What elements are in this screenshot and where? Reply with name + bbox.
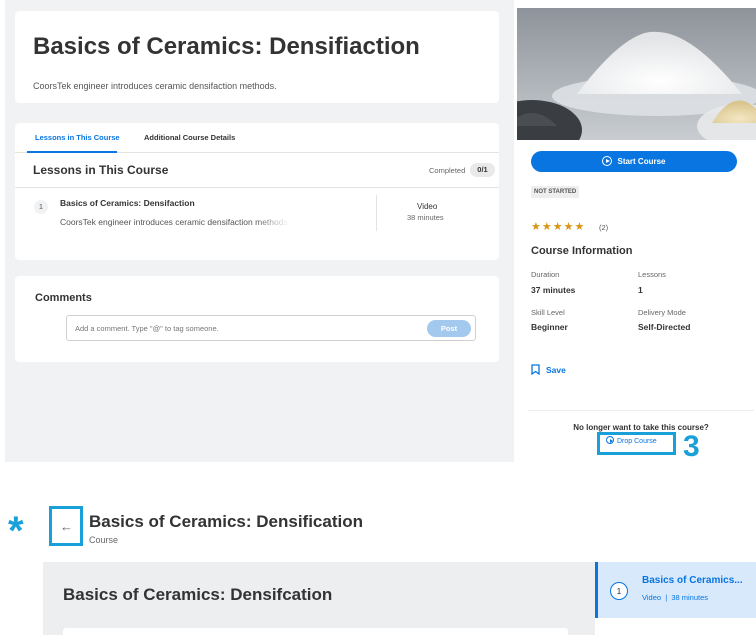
- lesson-list-title: Basics of Ceramics...: [642, 575, 743, 586]
- save-label: Save: [546, 365, 566, 375]
- course-header-card: Basics of Ceramics: Densifiaction CoorsT…: [15, 11, 499, 103]
- page-title: Basics of Ceramics: Densification: [89, 512, 363, 531]
- start-course-label: Start Course: [617, 157, 666, 166]
- lesson-title: Basics of Ceramics: Densifcation: [63, 585, 333, 604]
- lesson-list-meta: Video | 38 minutes: [642, 593, 708, 602]
- lessons-value: 1: [638, 285, 643, 295]
- divider: [376, 195, 377, 231]
- save-button[interactable]: Save: [531, 364, 566, 376]
- delivery-mode-label: Delivery Mode: [638, 308, 686, 317]
- tab-additional-details[interactable]: Additional Course Details: [144, 133, 235, 142]
- skill-level-value: Beginner: [531, 322, 568, 332]
- course-title: Basics of Ceramics: Densifiaction: [33, 33, 420, 60]
- annotation-highlight-box: [597, 432, 676, 455]
- annotation-asterisk: *: [8, 509, 24, 553]
- play-circle-icon: [602, 155, 613, 166]
- lesson-list-separator: |: [665, 593, 668, 602]
- lesson-number: 1: [34, 200, 48, 214]
- duration-label: Duration: [531, 270, 560, 279]
- lesson-name[interactable]: Basics of Ceramics: Densifaction: [60, 198, 195, 208]
- tab-lessons[interactable]: Lessons in This Course: [35, 133, 120, 142]
- course-image: [517, 8, 756, 140]
- comment-box: Post: [66, 315, 476, 341]
- lesson-duration: 38 minutes: [407, 213, 444, 222]
- lesson-list-type: Video: [642, 593, 662, 602]
- active-tab-indicator: [27, 151, 117, 153]
- lessons-label: Lessons: [638, 270, 666, 279]
- annotation-step-number: 3: [683, 430, 700, 463]
- post-button[interactable]: Post: [427, 320, 471, 337]
- completed-count-badge: 0/1: [470, 163, 495, 177]
- lesson-list-duration: 38 minutes: [671, 593, 709, 602]
- drop-question: No longer want to take this course?: [573, 423, 709, 432]
- duration-value: 37 minutes: [531, 285, 576, 295]
- lesson-content-card: [63, 628, 568, 635]
- delivery-mode-value: Self-Directed: [638, 322, 691, 332]
- status-badge: NOT STARTED: [531, 186, 580, 198]
- lesson-type: Video: [417, 202, 438, 211]
- rating-stars-icon: ★★★★★: [531, 221, 586, 233]
- course-page-screenshot: Basics of Ceramics: Densifiaction CoorsT…: [0, 0, 756, 488]
- course-description: CoorsTek engineer introduces ceramic den…: [33, 81, 277, 91]
- divider: [15, 187, 499, 188]
- lesson-list-number: 1: [610, 582, 628, 600]
- comments-title: Comments: [35, 292, 92, 304]
- course-info-title: Course Information: [531, 245, 633, 257]
- skill-level-label: Skill Level: [531, 308, 565, 317]
- back-arrow-icon[interactable]: ←: [60, 520, 73, 533]
- page-subtitle: Course: [89, 535, 119, 545]
- comment-input[interactable]: [75, 320, 415, 336]
- completed-label: Completed: [429, 166, 466, 175]
- comments-card: Comments Post: [15, 276, 499, 362]
- start-course-button[interactable]: Start Course: [531, 151, 737, 172]
- course-tabs: Lessons in This Course Additional Course…: [15, 123, 499, 153]
- lesson-description: CoorsTek engineer introduces ceramic den…: [60, 217, 290, 227]
- bookmark-icon: [531, 364, 540, 376]
- lessons-section-title: Lessons in This Course: [33, 163, 169, 177]
- lessons-card: Lessons in This Course Additional Course…: [15, 123, 499, 260]
- rating-count: (2): [599, 223, 609, 232]
